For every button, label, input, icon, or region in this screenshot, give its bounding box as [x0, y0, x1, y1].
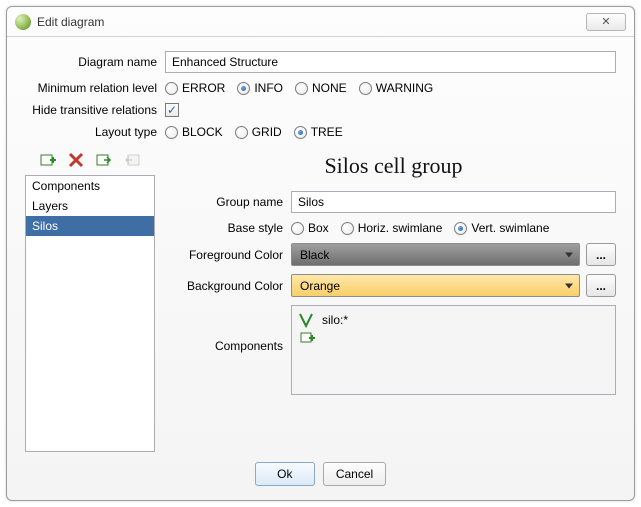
group-name-input[interactable]	[291, 191, 616, 213]
import-icon	[96, 152, 112, 168]
radio-none[interactable]: NONE	[295, 81, 347, 95]
left-column: Components Layers Silos	[25, 151, 155, 452]
add-group-button[interactable]	[39, 151, 57, 169]
group-heading: Silos cell group	[171, 153, 616, 179]
bg-color-combo[interactable]: Orange	[291, 274, 580, 297]
diagram-name-label: Diagram name	[25, 55, 165, 69]
radio-block[interactable]: BLOCK	[165, 125, 223, 139]
group-name-label: Group name	[171, 195, 291, 209]
right-column: Silos cell group Group name Base style B…	[171, 151, 616, 452]
fg-color-label: Foreground Color	[171, 248, 291, 262]
radio-box[interactable]: Box	[291, 221, 329, 235]
chevron-down-icon	[565, 283, 573, 288]
add-icon	[40, 152, 56, 168]
bg-color-label: Background Color	[171, 279, 291, 293]
fg-color-picker-button[interactable]: ...	[586, 243, 616, 266]
radio-error[interactable]: ERROR	[165, 81, 225, 95]
min-relation-group: ERROR INFO NONE WARNING	[165, 81, 441, 95]
ok-button[interactable]: Ok	[255, 462, 315, 486]
list-item[interactable]: Components	[26, 176, 154, 196]
close-button[interactable]: ✕	[586, 13, 626, 31]
list-item[interactable]: Silos	[26, 216, 154, 236]
tree-expand-icon[interactable]	[298, 312, 314, 328]
add-component-icon[interactable]	[300, 330, 316, 346]
radio-info[interactable]: INFO	[237, 81, 283, 95]
import-button[interactable]	[95, 151, 113, 169]
components-box[interactable]: silo:*	[291, 305, 616, 395]
layout-type-label: Layout type	[25, 125, 165, 139]
radio-warning[interactable]: WARNING	[359, 81, 434, 95]
hide-transitive-label: Hide transitive relations	[25, 103, 165, 117]
radio-hswim[interactable]: Horiz. swimlane	[341, 221, 443, 235]
titlebar: Edit diagram ✕	[7, 7, 634, 37]
layout-type-group: BLOCK GRID TREE	[165, 125, 351, 139]
client-area: Diagram name Minimum relation level ERRO…	[7, 37, 634, 500]
chevron-down-icon	[565, 252, 573, 257]
dialog-window: Edit diagram ✕ Diagram name Minimum rela…	[6, 6, 635, 501]
base-style-label: Base style	[171, 221, 291, 235]
diagram-name-input[interactable]	[165, 51, 616, 73]
component-entry[interactable]: silo:*	[322, 313, 348, 327]
group-list[interactable]: Components Layers Silos	[25, 175, 155, 452]
export-icon	[124, 152, 140, 168]
min-relation-label: Minimum relation level	[25, 81, 165, 95]
base-style-group: Box Horiz. swimlane Vert. swimlane	[291, 221, 557, 235]
radio-grid[interactable]: GRID	[235, 125, 282, 139]
fg-color-combo[interactable]: Black	[291, 243, 580, 266]
bg-color-picker-button[interactable]: ...	[586, 274, 616, 297]
radio-tree[interactable]: TREE	[294, 125, 343, 139]
cancel-button[interactable]: Cancel	[323, 462, 386, 486]
delete-group-button[interactable]	[67, 151, 85, 169]
window-title: Edit diagram	[37, 15, 104, 29]
dialog-buttons: Ok Cancel	[25, 452, 616, 490]
hide-transitive-checkbox[interactable]: ✓	[165, 103, 179, 117]
list-item[interactable]: Layers	[26, 196, 154, 216]
app-icon	[15, 14, 31, 30]
components-label: Components	[171, 305, 291, 353]
list-toolbar	[25, 151, 155, 169]
delete-icon	[68, 152, 84, 168]
radio-vswim[interactable]: Vert. swimlane	[454, 221, 549, 235]
export-button[interactable]	[123, 151, 141, 169]
close-icon: ✕	[601, 15, 610, 28]
